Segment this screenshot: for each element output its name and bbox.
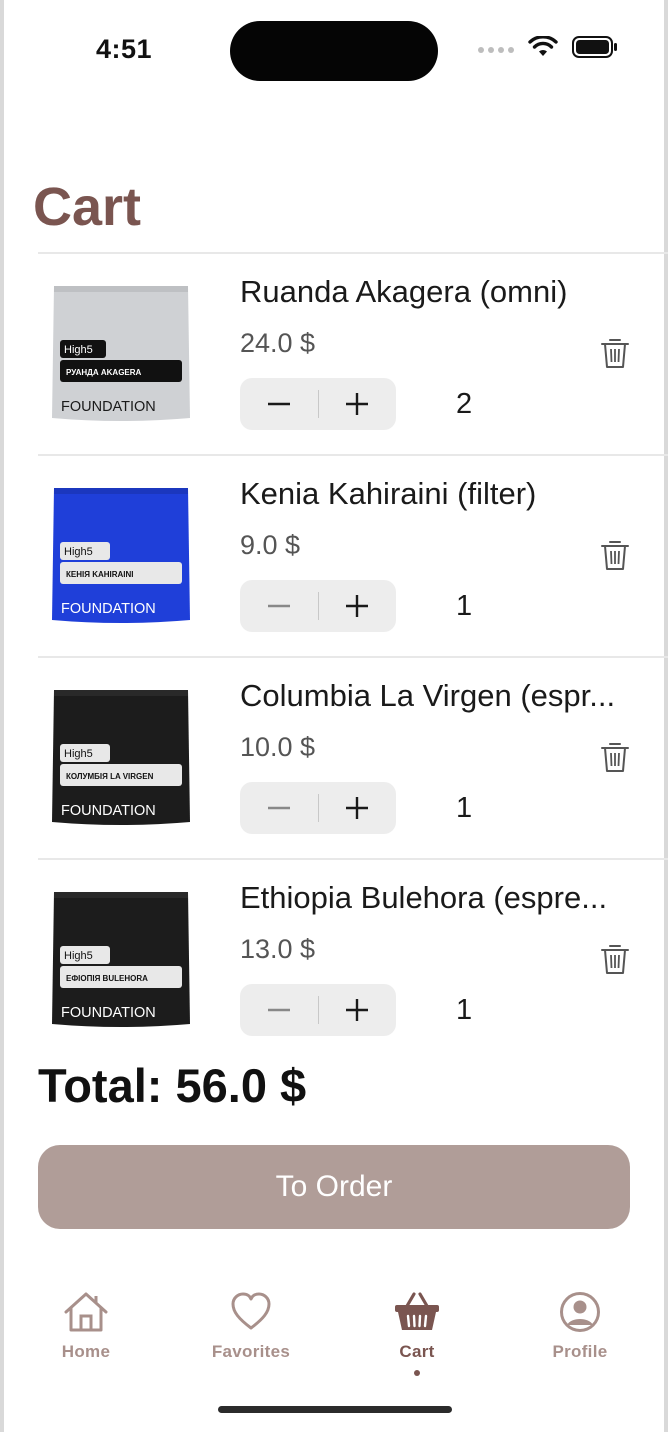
product-price: 9.0 $ [240, 530, 301, 560]
quantity-stepper [240, 782, 396, 834]
cart-item: High5 КЕНІЯ KAHIRAINI FOUNDATION Kenia K… [38, 454, 668, 656]
increase-button[interactable] [319, 984, 397, 1036]
user-circle-icon [560, 1292, 600, 1332]
tab-label: Home [61, 1342, 111, 1361]
product-image: High5 КОЛУМБІЯ LA VIRGEN FOUNDATION [52, 690, 190, 825]
plus-icon [346, 595, 369, 617]
svg-text:High5: High5 [64, 748, 93, 760]
trash-icon[interactable] [600, 942, 630, 976]
plus-icon [346, 797, 369, 819]
svg-text:РУАНДА AKAGERA: РУАНДА AKAGERA [66, 368, 142, 377]
battery-icon [572, 36, 617, 58]
increase-button[interactable] [319, 378, 397, 430]
product-image: High5 РУАНДА AKAGERA FOUNDATION [52, 286, 190, 421]
tab-profile[interactable]: Profile [525, 1290, 635, 1362]
svg-text:FOUNDATION: FOUNDATION [61, 1005, 156, 1021]
heart-icon [231, 1292, 271, 1330]
svg-text:КЕНІЯ KAHIRAINI: КЕНІЯ KAHIRAINI [66, 570, 134, 579]
product-image: High5 ЕФІОПІЯ BULEHORA FOUNDATION [52, 892, 190, 1027]
product-price: 10.0 $ [240, 732, 316, 762]
decrease-button[interactable] [240, 580, 318, 632]
cart-item: High5 КОЛУМБІЯ LA VIRGEN FOUNDATION Colu… [38, 656, 668, 858]
product-price: 24.0 $ [240, 328, 316, 358]
product-image: High5 КЕНІЯ KAHIRAINI FOUNDATION [52, 488, 190, 623]
product-name: Columbia La Virgen (espr... [240, 678, 616, 713]
quantity-value: 1 [456, 590, 473, 622]
trash-icon[interactable] [600, 740, 630, 774]
minus-icon [267, 1008, 290, 1012]
minus-icon [267, 402, 290, 406]
minus-icon [267, 806, 290, 810]
tab-home[interactable]: Home [31, 1290, 141, 1362]
svg-text:FOUNDATION: FOUNDATION [61, 399, 156, 415]
basket-icon [395, 1292, 439, 1330]
cart-list: High5 РУАНДА AKAGERA FOUNDATION Ruanda A… [38, 252, 668, 1060]
product-price: 13.0 $ [240, 934, 316, 964]
quantity-value: 2 [456, 388, 473, 420]
quantity-stepper [240, 580, 396, 632]
tab-cart[interactable]: Cart [362, 1290, 472, 1376]
signal-dots-icon [478, 47, 514, 53]
active-tab-indicator [414, 1370, 420, 1376]
product-name: Ruanda Akagera (omni) [240, 274, 568, 309]
product-name: Ethiopia Bulehora (espre... [240, 880, 608, 915]
status-icons [478, 36, 618, 58]
plus-icon [346, 393, 369, 415]
trash-icon[interactable] [600, 336, 630, 370]
tab-label: Favorites [211, 1342, 291, 1361]
quantity-stepper [240, 984, 396, 1036]
quantity-stepper [240, 378, 396, 430]
cart-total: Total: 56.0 $ [38, 1059, 307, 1112]
tab-favorites[interactable]: Favorites [196, 1290, 306, 1362]
plus-icon [346, 999, 369, 1021]
increase-button[interactable] [319, 580, 397, 632]
quantity-value: 1 [456, 994, 473, 1026]
status-time: 4:51 [96, 34, 153, 64]
tab-label: Cart [399, 1342, 435, 1361]
decrease-button[interactable] [240, 984, 318, 1036]
decrease-button[interactable] [240, 378, 318, 430]
cart-item: High5 РУАНДА AKAGERA FOUNDATION Ruanda A… [38, 252, 668, 454]
home-indicator [218, 1406, 452, 1413]
dynamic-island [230, 21, 438, 81]
quantity-value: 1 [456, 792, 473, 824]
cart-item: High5 ЕФІОПІЯ BULEHORA FOUNDATION Ethiop… [38, 858, 668, 1060]
trash-icon[interactable] [600, 538, 630, 572]
svg-text:КОЛУМБІЯ LA VIRGEN: КОЛУМБІЯ LA VIRGEN [66, 772, 154, 781]
increase-button[interactable] [319, 782, 397, 834]
tab-label: Profile [552, 1342, 608, 1361]
page-title: Cart [33, 177, 142, 237]
svg-text:ЕФІОПІЯ BULEHORA: ЕФІОПІЯ BULEHORA [66, 974, 148, 983]
svg-text:FOUNDATION: FOUNDATION [61, 803, 156, 819]
svg-text:FOUNDATION: FOUNDATION [61, 601, 156, 617]
wifi-icon [528, 36, 558, 56]
svg-text:High5: High5 [64, 546, 93, 558]
house-icon [64, 1292, 108, 1332]
minus-icon [267, 604, 290, 608]
tab-bar: Home Favorites Cart Profile [0, 1290, 668, 1390]
product-name: Kenia Kahiraini (filter) [240, 476, 537, 511]
svg-text:High5: High5 [64, 344, 93, 356]
svg-text:High5: High5 [64, 950, 93, 962]
decrease-button[interactable] [240, 782, 318, 834]
to-order-button[interactable]: To Order [38, 1145, 630, 1229]
